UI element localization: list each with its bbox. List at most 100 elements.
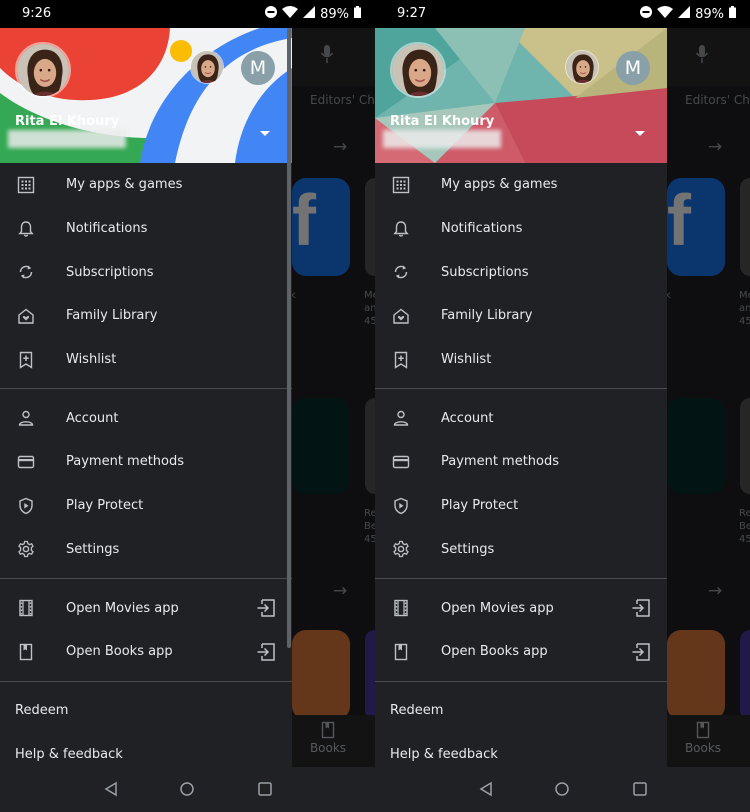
navigation-drawer: M Rita El Khoury My apps & games Notificati…: [375, 28, 667, 767]
menu-item-subscriptions[interactable]: Subscriptions: [375, 250, 667, 294]
menu-item-label: Wishlist: [441, 352, 492, 368]
divider: [375, 578, 667, 580]
menu-item-label: Settings: [66, 541, 120, 557]
menu-item-help-feedback[interactable]: Help & feedback: [375, 732, 667, 767]
divider: [375, 388, 667, 390]
divider: [375, 680, 667, 682]
menu-item-wishlist[interactable]: Wishlist: [0, 338, 292, 382]
menu-item-help-feedback[interactable]: Help & feedback: [0, 732, 292, 767]
menu-item-redeem[interactable]: Redeem: [375, 689, 667, 733]
menu-item-label: Subscriptions: [66, 264, 154, 280]
apps-grid-icon: [16, 175, 36, 195]
refresh-icon: [16, 262, 36, 282]
menu-item-label: Account: [441, 410, 494, 426]
menu-item-account[interactable]: Account: [0, 396, 292, 440]
other-account-avatar[interactable]: M: [616, 51, 650, 85]
menu-item-label: Notifications: [66, 221, 148, 237]
home-button[interactable]: [179, 781, 197, 799]
menu-item-payment-methods[interactable]: Payment methods: [375, 440, 667, 484]
status-icons: 89%: [640, 6, 736, 22]
system-navigation-bar: [0, 767, 375, 812]
drawer-menu: My apps & games Notifications Subscription…: [375, 163, 667, 767]
menu-item-settings[interactable]: Settings: [0, 528, 292, 572]
book-icon: [16, 642, 36, 662]
phone-screen-1: Editors' Ch→→fkMe an 45Re Be 45Books9:26…: [0, 0, 375, 812]
avatar[interactable]: [15, 42, 71, 98]
bell-icon: [16, 219, 36, 239]
menu-item-family-library[interactable]: Family Library: [375, 294, 667, 338]
back-button[interactable]: [103, 781, 121, 799]
menu-item-label: Help & feedback: [15, 746, 123, 762]
menu-item-notifications[interactable]: Notifications: [0, 207, 292, 251]
menu-item-label: Payment methods: [66, 454, 185, 470]
menu-item-redeem[interactable]: Redeem: [0, 689, 292, 733]
menu-item-my-apps-games[interactable]: My apps & games: [0, 163, 292, 207]
shield-play-icon: [16, 496, 36, 516]
menu-item-family-library[interactable]: Family Library: [0, 294, 292, 338]
avatar[interactable]: [390, 42, 446, 98]
menu-item-notifications[interactable]: Notifications: [375, 207, 667, 251]
exit-icon: [256, 598, 276, 618]
menu-item-label: My apps & games: [66, 177, 183, 193]
other-account-avatar[interactable]: M: [241, 51, 275, 85]
menu-item-label: Redeem: [15, 702, 69, 718]
drawer-header[interactable]: M Rita El Khoury: [375, 28, 667, 163]
menu-item-label: Open Movies app: [66, 600, 179, 616]
gear-icon: [16, 539, 36, 559]
menu-item-open-books-app[interactable]: Open Books app: [0, 630, 292, 674]
bookmark-plus-icon: [391, 350, 411, 370]
menu-item-play-protect[interactable]: Play Protect: [0, 484, 292, 528]
refresh-icon: [391, 262, 411, 282]
menu-item-subscriptions[interactable]: Subscriptions: [0, 250, 292, 294]
menu-item-label: Family Library: [66, 308, 158, 324]
menu-item-my-apps-games[interactable]: My apps & games: [375, 163, 667, 207]
secondary-account-avatar[interactable]: [190, 50, 224, 84]
account-email-redacted: [383, 130, 501, 148]
back-button[interactable]: [478, 781, 496, 799]
credit-card-icon: [16, 452, 36, 472]
drawer-header[interactable]: M Rita El Khoury: [0, 28, 292, 163]
wifi-icon: [282, 6, 299, 22]
person-icon: [391, 408, 411, 428]
recents-button[interactable]: [632, 781, 650, 799]
family-home-icon: [16, 306, 36, 326]
secondary-account-avatar[interactable]: [565, 50, 599, 84]
status-bar: 9:27 89%: [375, 0, 750, 28]
menu-item-open-books-app[interactable]: Open Books app: [375, 630, 667, 674]
recents-button[interactable]: [257, 781, 275, 799]
menu-item-label: Notifications: [441, 221, 523, 237]
menu-item-open-movies-app[interactable]: Open Movies app: [375, 586, 667, 630]
exit-icon: [256, 642, 276, 662]
status-bar: 9:26 89%: [0, 0, 375, 28]
menu-item-label: Open Movies app: [441, 600, 554, 616]
status-icons: 89%: [265, 6, 361, 22]
signal-icon: [303, 6, 316, 22]
home-button[interactable]: [554, 781, 572, 799]
exit-icon: [631, 598, 651, 618]
menu-item-label: Family Library: [441, 308, 533, 324]
person-icon: [16, 408, 36, 428]
system-navigation-bar: [375, 767, 750, 812]
menu-item-payment-methods[interactable]: Payment methods: [0, 440, 292, 484]
menu-item-open-movies-app[interactable]: Open Movies app: [0, 586, 292, 630]
wifi-icon: [657, 6, 674, 22]
shield-play-icon: [391, 496, 411, 516]
menu-item-play-protect[interactable]: Play Protect: [375, 484, 667, 528]
menu-item-label: Wishlist: [66, 352, 117, 368]
account-switcher-caret-icon[interactable]: [260, 131, 270, 136]
menu-item-label: Subscriptions: [441, 264, 529, 280]
menu-item-account[interactable]: Account: [375, 396, 667, 440]
menu-item-label: Open Books app: [66, 644, 173, 660]
divider: [0, 578, 292, 580]
drawer-scrollbar[interactable]: [287, 28, 291, 648]
menu-item-label: My apps & games: [441, 177, 558, 193]
menu-item-wishlist[interactable]: Wishlist: [375, 338, 667, 382]
phone-screen-2: Editors' Ch→→fkMe an 45Re Be 45Books9:27…: [375, 0, 750, 812]
bell-icon: [391, 219, 411, 239]
exit-icon: [631, 642, 651, 662]
navigation-drawer: M Rita El Khoury My apps & games Notificati…: [0, 28, 292, 767]
menu-item-settings[interactable]: Settings: [375, 528, 667, 572]
menu-item-label: Payment methods: [441, 454, 560, 470]
do-not-disturb-icon: [265, 6, 278, 22]
account-switcher-caret-icon[interactable]: [635, 131, 645, 136]
